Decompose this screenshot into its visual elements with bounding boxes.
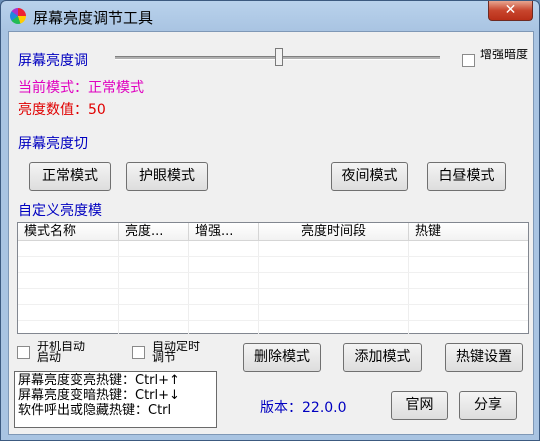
list-header: 模式名称 亮度... 增强... 亮度时间段 热键 [18,223,528,241]
brightness-slider-thumb[interactable] [275,48,283,66]
window-title: 屏幕亮度调节工具 [33,9,154,27]
switch-section-label: 屏幕亮度切 [18,136,88,152]
empty-row [18,305,528,321]
custom-mode-list[interactable]: 模式名称 亮度... 增强... 亮度时间段 热键 [17,222,529,337]
hotkey-settings-button[interactable]: 热键设置 [445,343,523,372]
add-mode-button[interactable]: 添加模式 [343,343,422,372]
column-header-hotkey[interactable]: 热键 [409,223,528,240]
day-mode-button[interactable]: 白昼模式 [427,162,506,191]
hotkey-line-darken: 屏幕亮度变暗热键：Ctrl+↓ [18,388,180,403]
night-mode-button[interactable]: 夜间模式 [331,162,408,191]
column-header-enhance[interactable]: 增强... [189,223,259,240]
brightness-label: 屏幕亮度调 [18,53,88,69]
list-body [18,241,528,337]
normal-mode-button[interactable]: 正常模式 [29,162,111,191]
empty-row [18,273,528,289]
enhance-dark-checkbox[interactable] [462,54,475,67]
autostart-label: 开机自动启动 [37,341,85,363]
auto-schedule-label: 自动定时调节 [152,341,200,363]
empty-row [18,321,528,337]
column-header-brightness[interactable]: 亮度... [119,223,189,240]
autostart-checkbox[interactable] [17,346,30,359]
custom-section-label: 自定义亮度模 [18,203,102,219]
app-window: 屏幕亮度调节工具 ✕ 屏幕亮度调 增强暗度 当前模式：正常模式 亮度数值：50 … [0,0,540,441]
hotkey-line-toggle: 软件呼出或隐藏热键：Ctrl [18,403,172,418]
hotkey-info-box: 屏幕亮度变亮热键：Ctrl+↑ 屏幕亮度变暗热键：Ctrl+↓ 软件呼出或隐藏热… [14,371,217,428]
auto-schedule-checkbox[interactable] [132,346,145,359]
brightness-value-status: 亮度数值：50 [18,102,106,118]
eye-care-mode-button[interactable]: 护眼模式 [126,162,208,191]
enhance-dark-label: 增强暗度 [480,49,528,60]
website-button[interactable]: 官网 [391,391,448,420]
app-icon [10,8,26,24]
share-button[interactable]: 分享 [459,391,517,420]
empty-row [18,289,528,305]
main-panel: 屏幕亮度调 增强暗度 当前模式：正常模式 亮度数值：50 屏幕亮度切 正常模式 … [8,31,534,435]
empty-row [18,241,528,257]
delete-mode-button[interactable]: 删除模式 [243,343,321,372]
title-bar[interactable]: 屏幕亮度调节工具 ✕ [1,1,539,31]
empty-row [18,257,528,273]
column-header-mode-name[interactable]: 模式名称 [18,223,119,240]
hotkey-line-brighten: 屏幕亮度变亮热键：Ctrl+↑ [18,373,180,388]
column-header-time-range[interactable]: 亮度时间段 [259,223,409,240]
close-button[interactable]: ✕ [488,1,533,21]
version-label: 版本：22.0.0 [260,400,347,416]
current-mode-status: 当前模式：正常模式 [18,80,144,96]
